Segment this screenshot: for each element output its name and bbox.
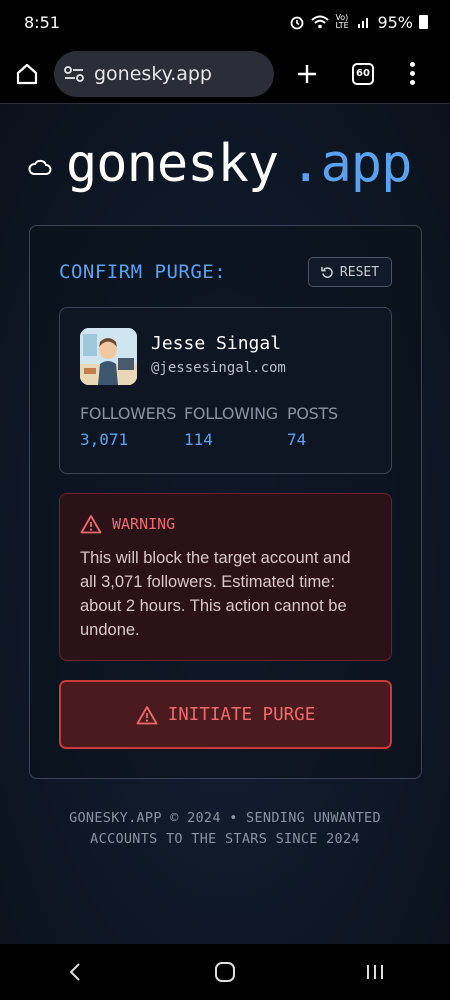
browser-toolbar: gonesky.app 60: [0, 44, 450, 104]
network-label: Vo) LTE: [335, 13, 349, 30]
warning-panel: WARNING This will block the target accou…: [59, 493, 392, 661]
home-button[interactable]: [0, 44, 54, 104]
cloud-icon: [28, 159, 52, 175]
confirm-purge-card: CONFIRM PURGE: RESET Jesse Singal @jesse…: [29, 225, 422, 779]
alarm-icon: [291, 16, 304, 30]
warning-icon: [80, 515, 102, 534]
purge-label: INITIATE PURGE: [167, 704, 316, 725]
footer-line-2: ACCOUNTS TO THE STARS SINCE 2024: [90, 831, 360, 847]
logo-name: gonesky: [66, 134, 279, 194]
card-title: CONFIRM PURGE:: [59, 261, 227, 283]
page-content: gonesky .app CONFIRM PURGE: RESET Jesse …: [0, 104, 450, 944]
avatar: [80, 328, 137, 385]
stat-label-following: FOLLOWING: [184, 404, 278, 423]
warning-icon: [136, 705, 158, 724]
battery-icon: [419, 15, 428, 29]
status-icons: Vo) LTE 95%: [289, 13, 428, 32]
battery-percent: 95%: [377, 12, 413, 32]
tabs-button[interactable]: 60: [352, 62, 374, 85]
recents-button[interactable]: [345, 944, 405, 1000]
status-bar: 8:51 Vo) LTE 95%: [0, 0, 450, 44]
profile-handle: @jessesingal.com: [151, 360, 286, 376]
stat-value-following: 114: [184, 430, 213, 449]
stat-value-posts: 74: [287, 430, 307, 449]
new-tab-button[interactable]: [292, 59, 322, 89]
profile-display-name: Jesse Singal: [151, 333, 282, 354]
warning-title: WARNING: [112, 515, 176, 533]
home-circle-icon: [215, 962, 235, 982]
logo-tld: .app: [290, 134, 412, 194]
stat-label-posts: POSTS: [287, 404, 338, 423]
status-time: 8:51: [24, 12, 60, 32]
footer-line-1: GONESKY.APP © 2024 • SENDING UNWANTED: [69, 810, 381, 826]
url-text[interactable]: gonesky.app: [94, 63, 212, 85]
warning-text: This will block the target account and a…: [80, 549, 351, 639]
back-button[interactable]: [45, 944, 105, 1000]
menu-icon[interactable]: [410, 62, 415, 85]
stat-label-followers: FOLLOWERS: [80, 404, 177, 423]
stat-value-followers: 3,071: [80, 430, 129, 449]
new-tab-icon: [298, 64, 316, 83]
reset-label: RESET: [339, 264, 380, 280]
address-bar[interactable]: gonesky.app: [54, 50, 274, 97]
tab-count: 60: [356, 68, 370, 79]
system-nav-bar: [0, 944, 450, 1000]
recents-icon: [367, 965, 383, 979]
wifi-icon: [311, 15, 330, 29]
profile-card: Jesse Singal @jessesingal.com FOLLOWERS …: [59, 307, 392, 474]
signal-icon: [358, 18, 369, 28]
warning-header: WARNING: [80, 514, 175, 534]
reset-button[interactable]: RESET: [308, 257, 392, 287]
reset-icon: [321, 266, 333, 278]
home-nav-button[interactable]: [195, 944, 255, 1000]
initiate-purge-button[interactable]: INITIATE PURGE: [59, 680, 392, 749]
back-icon: [69, 963, 80, 981]
footer: GONESKY.APP © 2024 • SENDING UNWANTED AC…: [0, 808, 450, 850]
site-logo[interactable]: gonesky .app: [28, 134, 412, 194]
home-icon: [16, 63, 38, 84]
site-settings-icon[interactable]: [64, 65, 84, 83]
